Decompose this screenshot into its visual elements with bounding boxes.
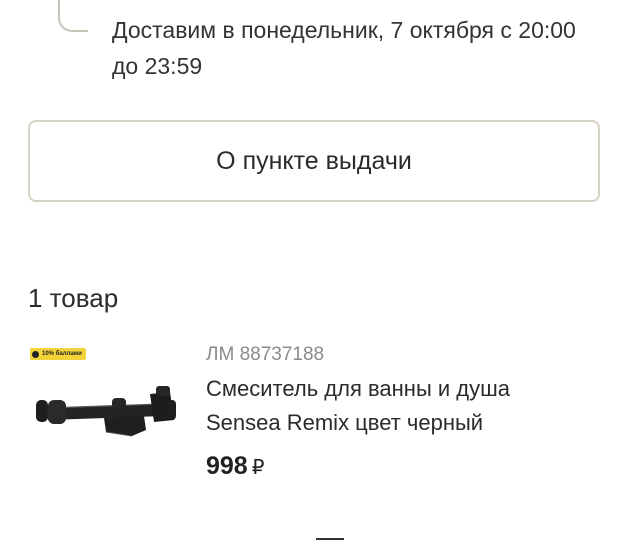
product-sku: ЛМ 88737188: [206, 344, 325, 365]
scroll-indicator: [316, 538, 344, 540]
product-price-value: 998: [206, 452, 248, 480]
pickup-point-button-label: О пункте выдачи: [216, 146, 412, 175]
pickup-point-button[interactable]: О пункте выдачи: [28, 120, 600, 202]
order-page: Доставим в понедельник, 7 октября с 20:0…: [0, 0, 629, 545]
items-count: 1 товар: [28, 283, 119, 313]
product-card[interactable]: 10% баллами ЛМ 88737188 Смеситель для ва…: [28, 340, 600, 490]
product-title[interactable]: Смеситель для ванны и душа Sensea Remix …: [206, 372, 586, 440]
currency-symbol: ₽: [251, 457, 265, 479]
product-image[interactable]: 10% баллами: [28, 346, 188, 476]
coin-icon: [32, 350, 39, 358]
timeline-connector: [58, 0, 88, 32]
faucet-icon: [36, 386, 176, 437]
product-price: 998 ₽: [206, 452, 264, 481]
bonus-badge-label: 10% баллами: [42, 351, 82, 357]
delivery-info: Доставим в понедельник, 7 октября с 20:0…: [112, 17, 576, 79]
bonus-badge: 10% баллами: [30, 348, 86, 360]
